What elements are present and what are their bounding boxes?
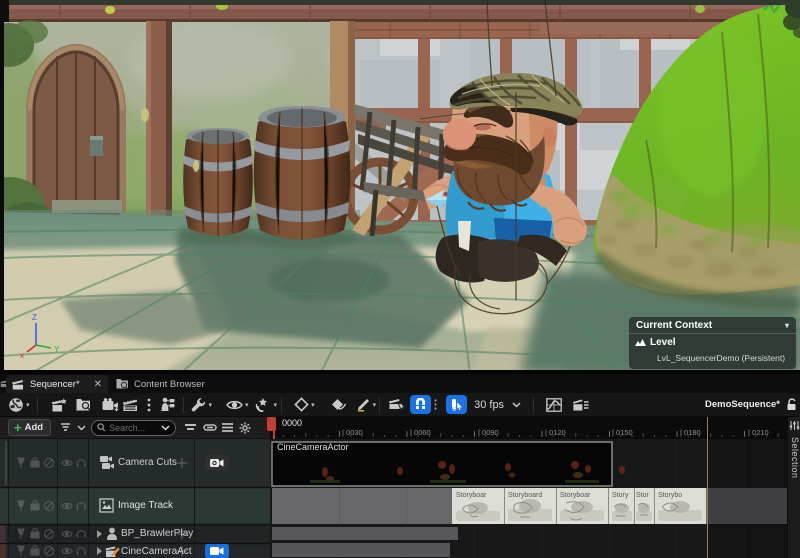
svg-text:Storybo: Storybo bbox=[658, 492, 682, 499]
svg-text:Story: Story bbox=[612, 492, 629, 499]
svg-text:Storyboar: Storyboar bbox=[560, 492, 591, 499]
svg-text:Storyboar: Storyboar bbox=[456, 492, 487, 499]
svg-text:x: x bbox=[20, 351, 24, 360]
svg-text:Z: Z bbox=[32, 313, 37, 322]
svg-text:Storyboard: Storyboard bbox=[508, 492, 542, 499]
svg-text:Stor: Stor bbox=[636, 492, 650, 499]
svg-text:Y: Y bbox=[54, 345, 60, 354]
